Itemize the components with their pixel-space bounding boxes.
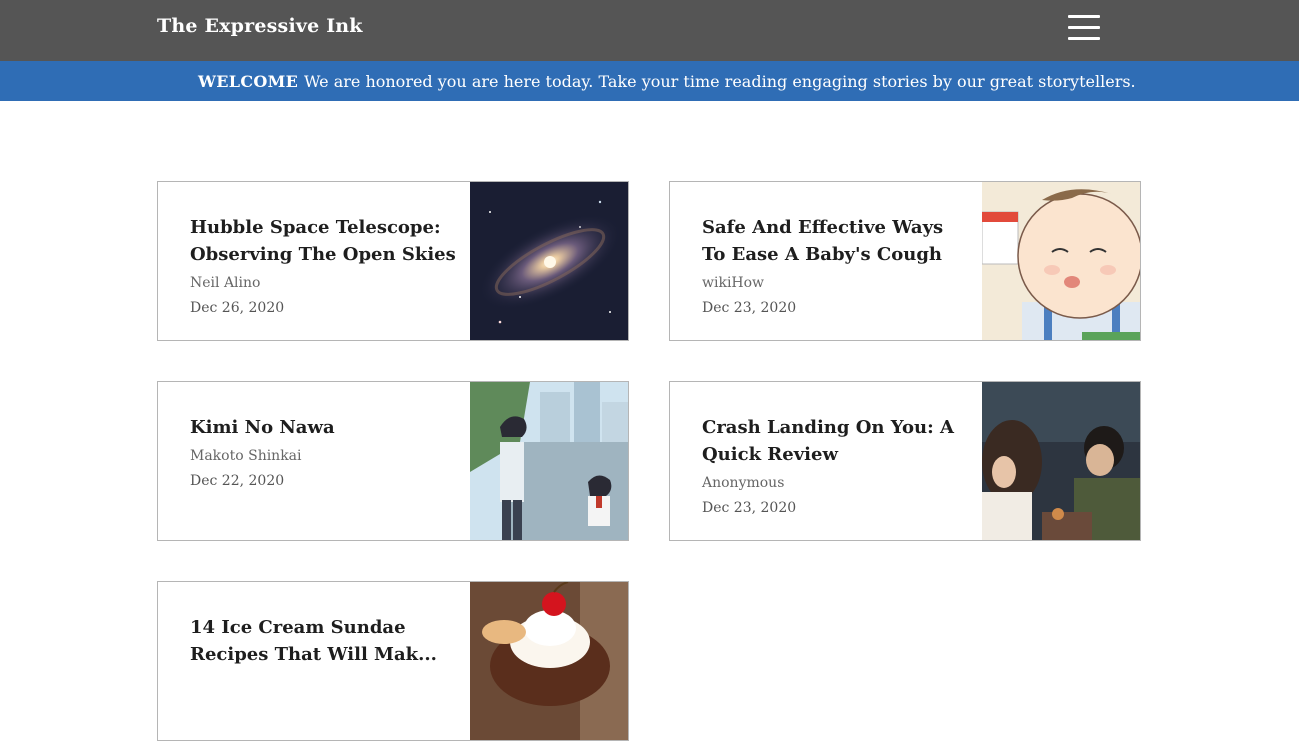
article-author: Makoto Shinkai: [190, 448, 302, 464]
article-card[interactable]: Safe And Effective Ways To Ease A Baby's…: [669, 181, 1141, 341]
article-title[interactable]: Kimi No Nawa: [190, 414, 458, 441]
article-author: Anonymous: [702, 475, 785, 491]
article-card[interactable]: Crash Landing On You: A Quick Review Ano…: [669, 381, 1141, 541]
welcome-label: WELCOME: [198, 72, 299, 91]
baby-illustration-image: [982, 182, 1140, 340]
article-author: wikiHow: [702, 275, 765, 291]
article-card[interactable]: Hubble Space Telescope: Observing The Op…: [157, 181, 629, 341]
galaxy-image: [470, 182, 628, 340]
article-author: Neil Alino: [190, 275, 261, 291]
welcome-message: We are honored you are here today. Take …: [304, 72, 1136, 91]
article-title[interactable]: Hubble Space Telescope: Observing The Op…: [190, 214, 458, 268]
article-title[interactable]: 14 Ice Cream Sundae Recipes That Will Ma…: [190, 614, 458, 668]
article-title[interactable]: Crash Landing On You: A Quick Review: [702, 414, 970, 468]
top-navbar: The Expressive Ink: [0, 0, 1299, 61]
article-card[interactable]: Kimi No Nawa Makoto Shinkai Dec 22, 2020: [157, 381, 629, 541]
anime-scene-image: [470, 382, 628, 540]
hamburger-menu-icon[interactable]: [1066, 12, 1102, 44]
article-date: Dec 23, 2020: [702, 500, 797, 516]
article-date: Dec 23, 2020: [702, 300, 797, 316]
welcome-banner: WELCOME We are honored you are here toda…: [0, 61, 1299, 101]
ice-cream-sundae-image: [470, 582, 628, 740]
article-title[interactable]: Safe And Effective Ways To Ease A Baby's…: [702, 214, 970, 268]
article-date: Dec 26, 2020: [190, 300, 285, 316]
article-card[interactable]: 14 Ice Cream Sundae Recipes That Will Ma…: [157, 581, 629, 741]
drama-scene-image: [982, 382, 1140, 540]
site-brand[interactable]: The Expressive Ink: [157, 15, 363, 37]
article-date: Dec 22, 2020: [190, 473, 285, 489]
